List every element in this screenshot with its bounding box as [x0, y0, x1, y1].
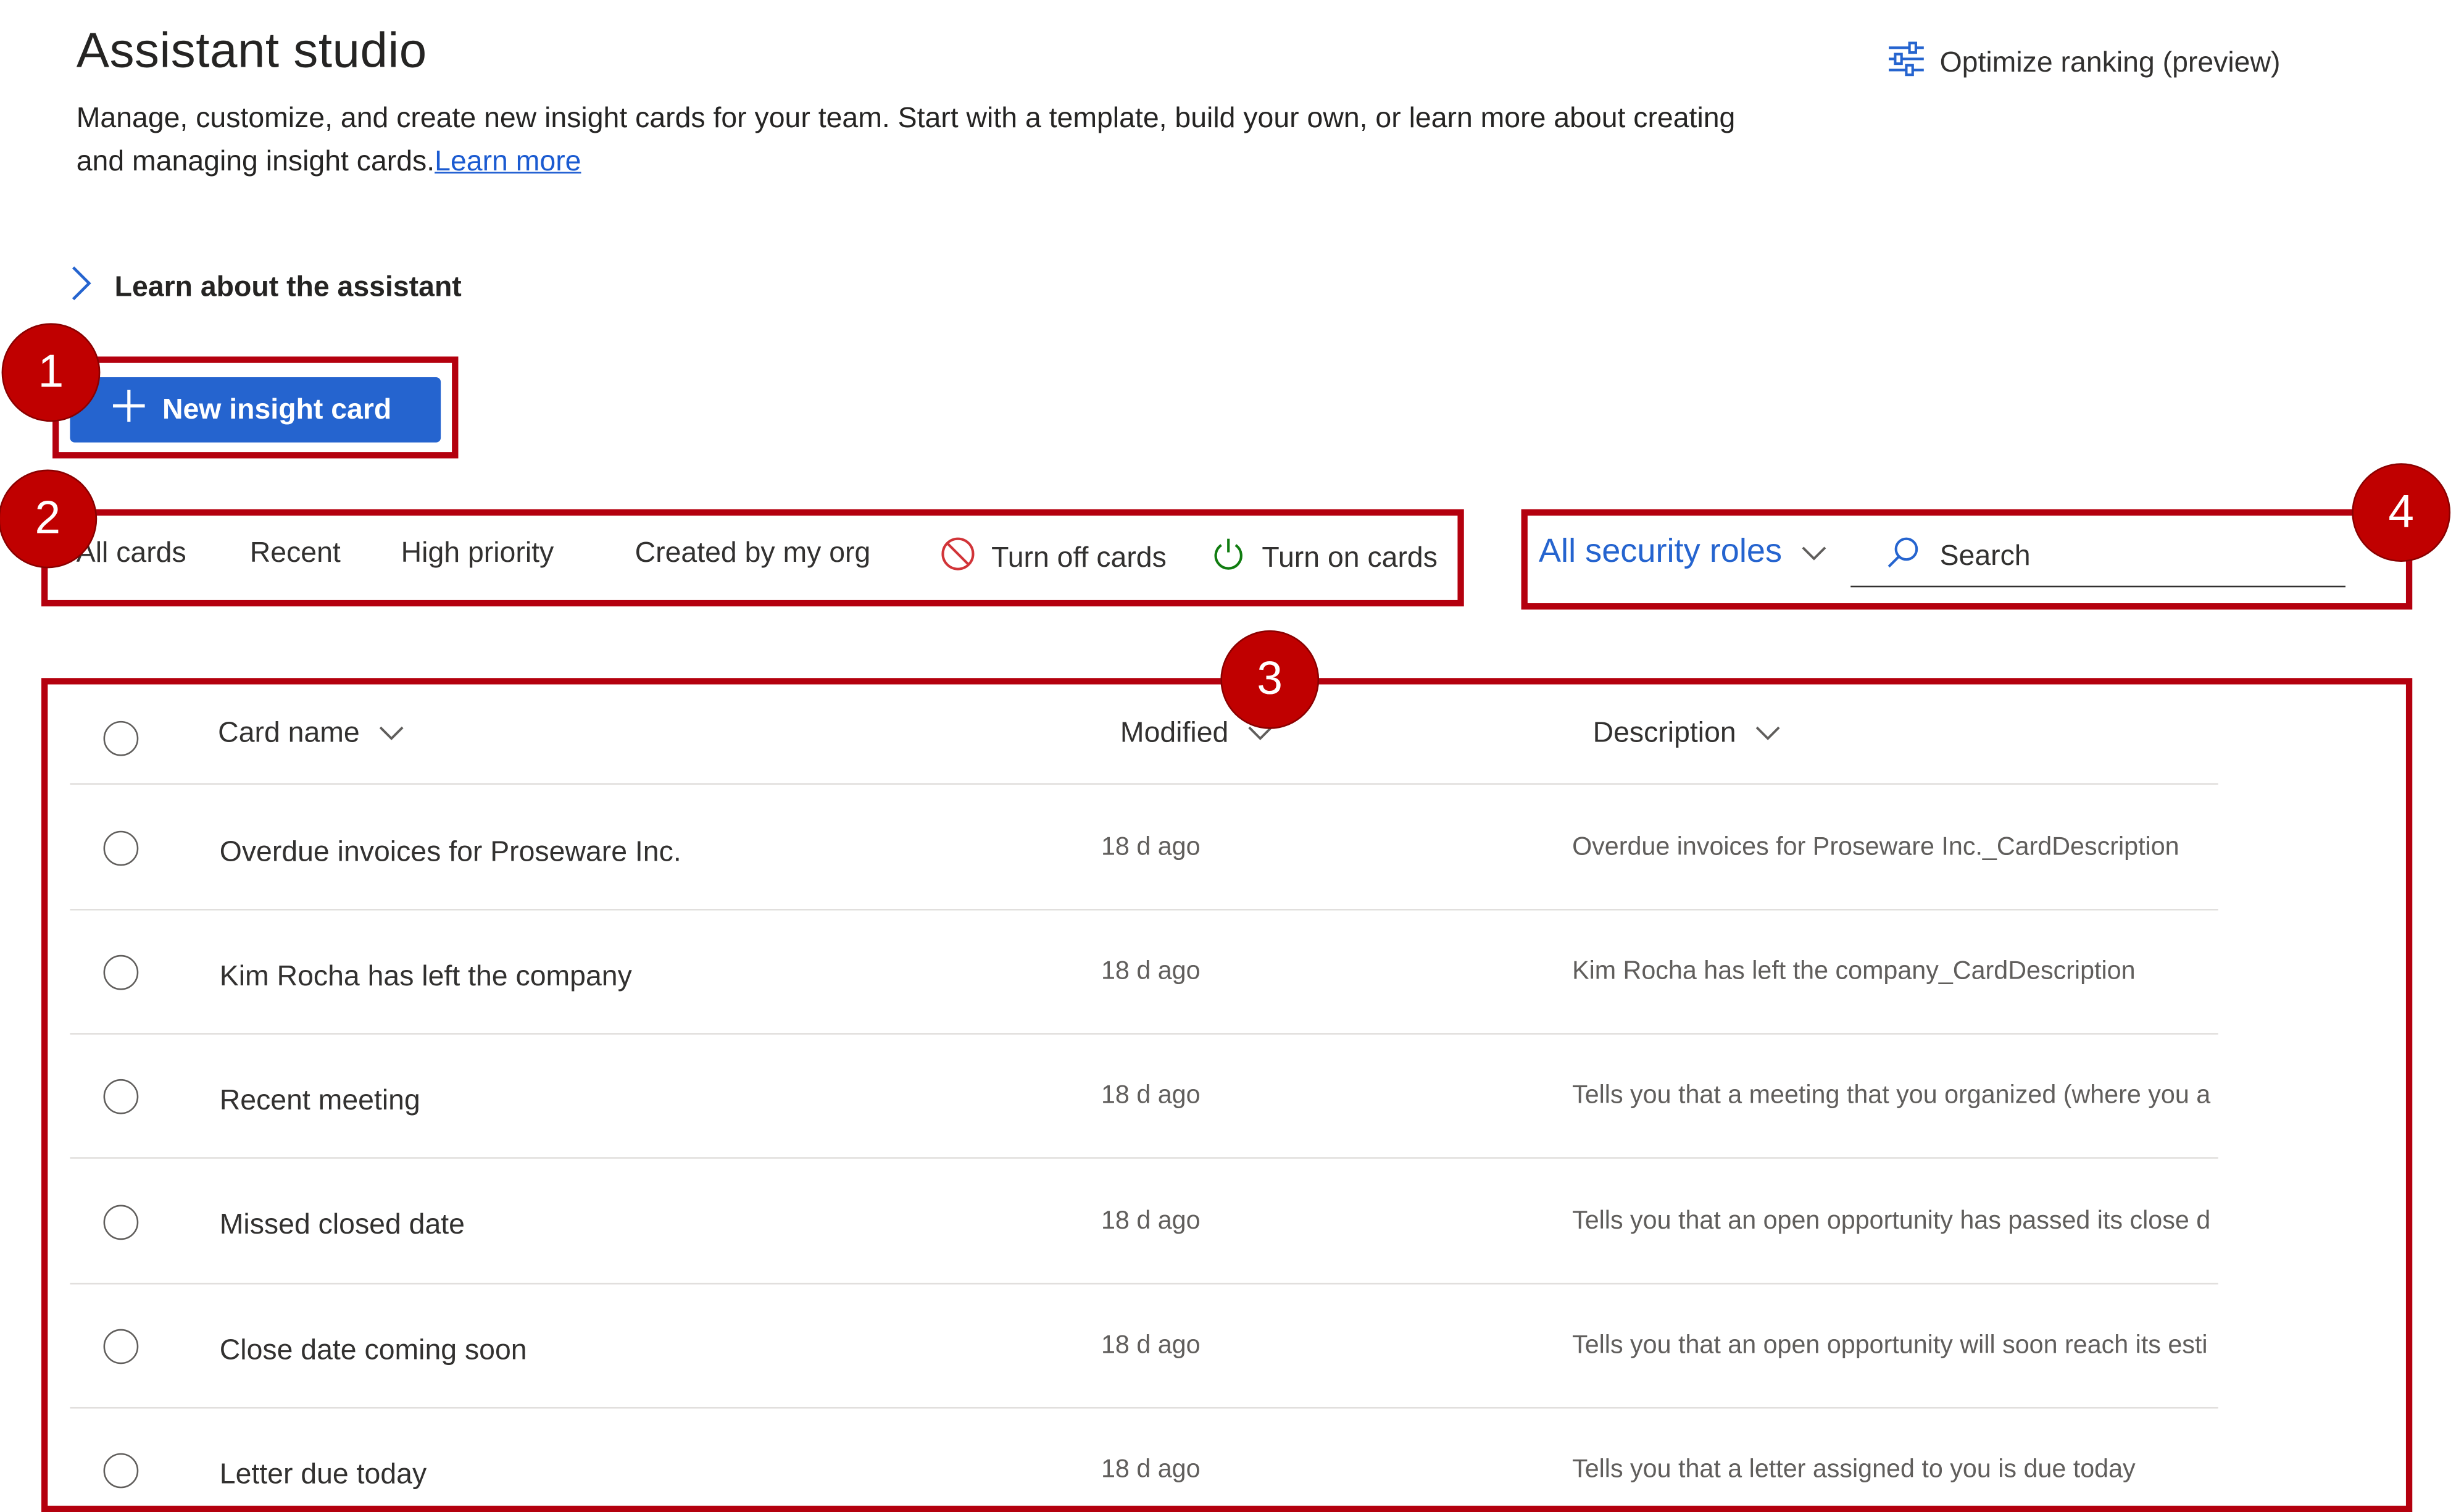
annotation-badge-1: 1 — [3, 324, 99, 420]
row-description: Tells you that a meeting that you organi… — [1572, 1082, 2211, 1109]
turn-on-cards-label: Turn on cards — [1262, 541, 1438, 574]
learn-about-assistant-toggle[interactable]: Learn about the assistant — [70, 264, 462, 311]
row-checkbox[interactable] — [103, 1079, 139, 1114]
row-description: Tells you that an open opportunity will … — [1572, 1332, 2208, 1360]
power-icon — [1211, 537, 1246, 580]
chevron-down-icon — [1801, 533, 1826, 572]
turn-off-cards-button[interactable]: Turn off cards — [941, 537, 1167, 580]
turn-off-cards-label: Turn off cards — [991, 541, 1167, 574]
search-box[interactable] — [1850, 527, 2345, 588]
row-modified: 18 d ago — [1101, 833, 1201, 861]
tab-recent[interactable]: Recent — [250, 537, 341, 570]
tab-high-priority[interactable]: High priority — [401, 537, 554, 570]
row-card-name[interactable]: Kim Rocha has left the company — [220, 960, 632, 993]
row-description: Tells you that a letter assigned to you … — [1572, 1456, 2136, 1484]
tab-created-by-my-org[interactable]: Created by my org — [635, 537, 871, 570]
card-name-header-label: Card name — [218, 716, 360, 748]
annotation-badge-4: 4 — [2353, 464, 2449, 561]
select-all-checkbox[interactable] — [103, 720, 139, 756]
new-insight-card-label: New insight card — [162, 393, 392, 425]
plus-icon — [111, 388, 146, 432]
row-card-name[interactable]: Letter due today — [220, 1458, 427, 1491]
modified-header-label: Modified — [1120, 716, 1229, 748]
row-modified: 18 d ago — [1101, 1082, 1201, 1109]
row-card-name[interactable]: Missed closed date — [220, 1208, 465, 1242]
row-card-name[interactable]: Close date coming soon — [220, 1334, 527, 1367]
page-description: Manage, customize, and create new insigh… — [77, 97, 1763, 183]
new-insight-card-button[interactable]: New insight card — [70, 377, 441, 443]
learn-about-assistant-label: Learn about the assistant — [114, 270, 462, 303]
search-icon — [1886, 535, 1921, 578]
row-divider — [70, 1033, 2218, 1035]
annotation-badge-2: 2 — [0, 471, 96, 567]
row-modified: 18 d ago — [1101, 1456, 1201, 1484]
row-checkbox[interactable] — [103, 830, 139, 866]
row-modified: 18 d ago — [1101, 1208, 1201, 1235]
chevron-down-icon — [1755, 716, 1781, 750]
tab-all-cards-label: All cards — [76, 536, 186, 569]
row-divider — [70, 1282, 2218, 1285]
annotation-badge-3: 3 — [1222, 632, 1318, 728]
description-text: Manage, customize, and create new insigh… — [76, 101, 1736, 177]
description-header-label: Description — [1592, 716, 1736, 748]
security-roles-label: All security roles — [1538, 533, 1783, 570]
turn-on-cards-button[interactable]: Turn on cards — [1211, 537, 1438, 580]
row-checkbox[interactable] — [103, 1329, 139, 1364]
column-header-description[interactable]: Description — [1593, 716, 1781, 750]
row-card-name[interactable]: Overdue invoices for Proseware Inc. — [220, 835, 681, 869]
row-checkbox[interactable] — [103, 1453, 139, 1489]
tab-high-priority-label: High priority — [401, 536, 554, 569]
prohibited-icon — [941, 537, 976, 580]
row-checkbox[interactable] — [103, 1205, 139, 1240]
tab-created-by-my-org-label: Created by my org — [635, 536, 871, 569]
row-modified: 18 d ago — [1101, 1332, 1201, 1360]
page-title: Assistant studio — [76, 22, 427, 78]
row-divider — [70, 1157, 2218, 1159]
sliders-icon — [1888, 41, 1926, 85]
row-description: Overdue invoices for Proseware Inc._Card… — [1572, 833, 2179, 861]
row-description: Tells you that an open opportunity has p… — [1572, 1208, 2211, 1235]
row-modified: 18 d ago — [1101, 958, 1201, 985]
tab-all-cards[interactable]: All cards — [77, 537, 186, 570]
search-input[interactable] — [1936, 538, 2325, 575]
row-divider — [70, 909, 2218, 911]
learn-more-link[interactable]: Learn more — [435, 145, 581, 177]
optimize-ranking-label: Optimize ranking (preview) — [1939, 46, 2281, 78]
chevron-right-icon — [70, 264, 92, 311]
header-divider — [70, 783, 2218, 785]
optimize-ranking-button[interactable]: Optimize ranking (preview) — [1888, 41, 2281, 85]
assistant-studio-page: Assistant studio Manage, customize, and … — [0, 0, 2463, 1512]
chevron-down-icon — [379, 716, 404, 750]
row-checkbox[interactable] — [103, 954, 139, 990]
row-description: Kim Rocha has left the company_CardDescr… — [1572, 958, 2136, 985]
row-card-name[interactable]: Recent meeting — [220, 1084, 420, 1117]
column-header-card-name[interactable]: Card name — [218, 716, 404, 750]
tab-recent-label: Recent — [249, 536, 341, 569]
row-divider — [70, 1406, 2218, 1409]
security-roles-dropdown[interactable]: All security roles — [1539, 533, 1826, 572]
